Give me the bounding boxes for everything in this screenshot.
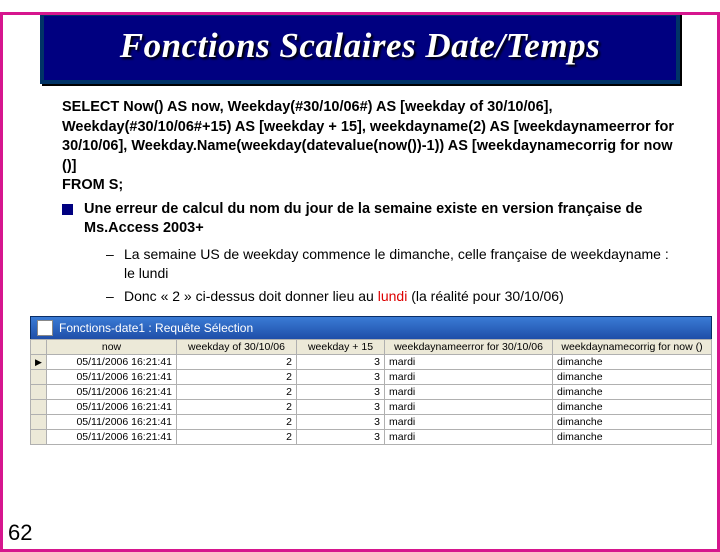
page-number: 62 — [8, 520, 32, 546]
bullet-error: Une erreur de calcul du nom du jour de l… — [62, 200, 682, 306]
dash-donc: Donc « 2 » ci-dessus doit donner lieu au… — [100, 287, 682, 306]
dash-us-week: La semaine US de weekday commence le dim… — [100, 245, 682, 283]
bullet-list: Une erreur de calcul du nom du jour de l… — [62, 200, 682, 306]
dash-donc-b: (la réalité pour 30/10/06) — [407, 288, 563, 304]
dash-donc-a: Donc « 2 » ci-dessus doit donner lieu au — [124, 288, 378, 304]
bullet-error-text: Une erreur de calcul du nom du jour de l… — [84, 201, 642, 237]
dash-donc-red: lundi — [378, 288, 408, 304]
sub-bullets: La semaine US de weekday commence le dim… — [84, 245, 682, 306]
